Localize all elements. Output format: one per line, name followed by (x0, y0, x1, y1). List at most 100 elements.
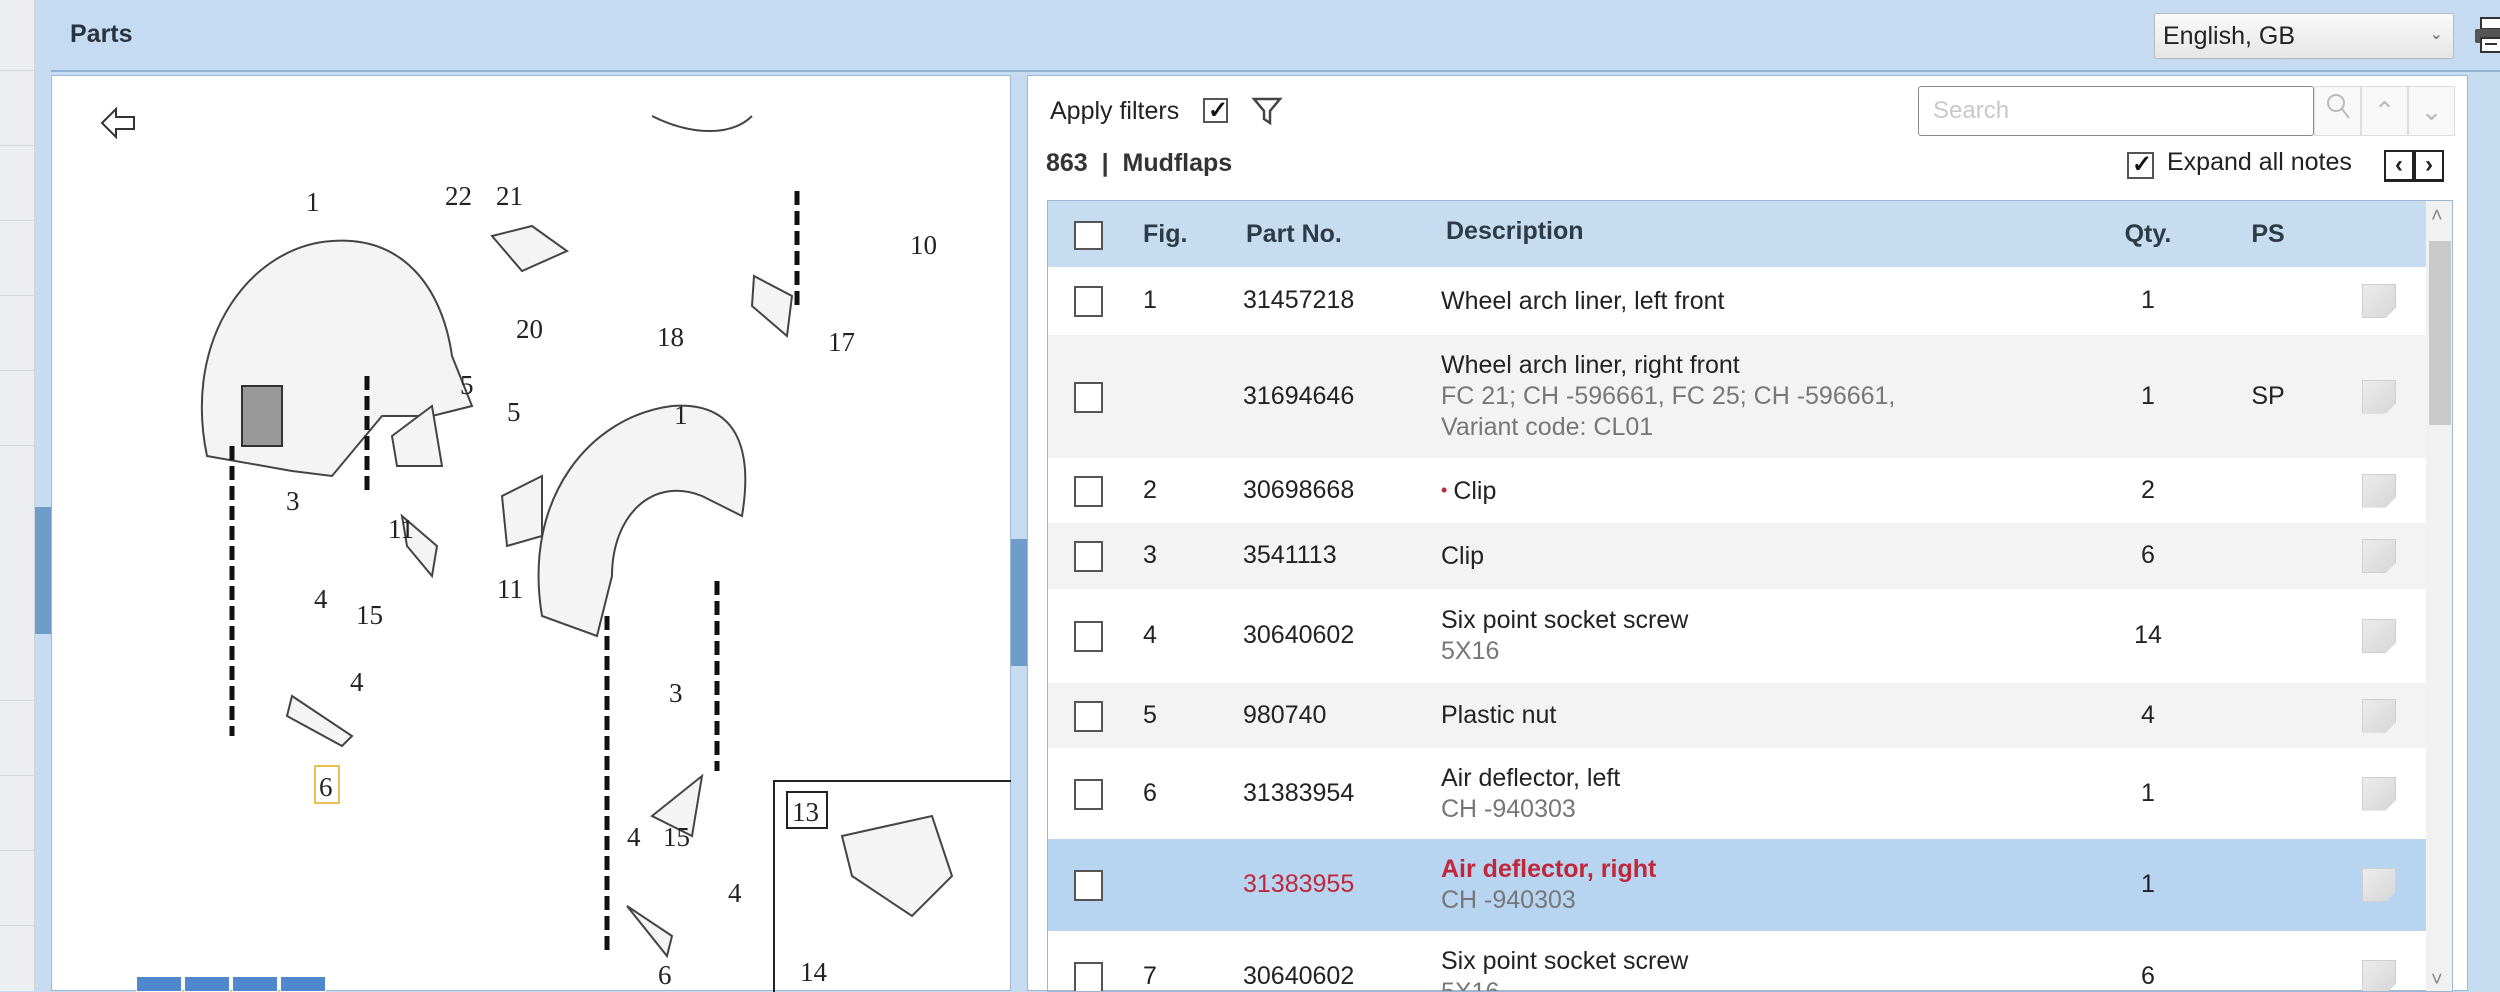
description-text: Wheel arch liner, right front (1441, 351, 1740, 379)
table-row[interactable]: 31694646 Wheel arch liner, right front FC… (1048, 335, 2426, 458)
row-checkbox[interactable] (1074, 286, 1103, 317)
row-checkbox[interactable] (1074, 962, 1103, 991)
callout: 3 (286, 486, 300, 516)
printer-icon[interactable] (2473, 16, 2500, 54)
description: • Clip (1441, 475, 1496, 507)
language-value: English, GB (2163, 22, 2296, 50)
search-next-button[interactable]: ⌄ (2408, 86, 2455, 136)
zoom-in-button[interactable] (136, 976, 182, 992)
row-checkbox[interactable] (1074, 870, 1103, 901)
quantity: 14 (2134, 621, 2162, 649)
row-checkbox[interactable] (1074, 475, 1103, 507)
fit-button[interactable] (232, 976, 278, 992)
collapse-diagram-tab[interactable] (1011, 539, 1027, 666)
table-row[interactable]: 5 980740 Plastic nut 4 (1048, 683, 2426, 748)
table-row[interactable]: 2 30698668 • Clip 2 (1048, 458, 2426, 523)
row-checkbox[interactable] (1074, 700, 1103, 732)
quantity: 6 (2141, 962, 2155, 990)
fig-number: 1 (1143, 286, 1157, 314)
expand-all-notes-checkbox[interactable] (2127, 150, 2154, 179)
fig-number: 7 (1143, 962, 1157, 990)
next-page-button[interactable]: › (2414, 150, 2444, 182)
scroll-up-icon[interactable]: ˄ (2431, 205, 2443, 228)
description-note: 5X16 (1441, 978, 1500, 992)
select-all-checkbox[interactable] (1074, 221, 1103, 250)
search-icon (2326, 94, 2350, 119)
row-checkbox[interactable] (1074, 381, 1103, 413)
column-header-part-no[interactable]: Part No. (1246, 220, 1342, 249)
description-text: Plastic nut (1441, 701, 1557, 729)
note-icon[interactable] (2362, 698, 2396, 733)
description-note: FC 21; CH -596661, FC 25; CH -596661, (1441, 382, 1896, 410)
apply-filters-checkbox[interactable] (1203, 96, 1228, 125)
search-button[interactable] (2314, 86, 2361, 136)
column-header-qty[interactable]: Qty. (2098, 220, 2198, 249)
fig-number: 5 (1143, 700, 1157, 729)
chevron-down-icon: ⌄ (2420, 96, 2443, 126)
note-icon[interactable] (2362, 776, 2396, 811)
callout: 10 (910, 230, 937, 260)
part-number[interactable]: 30698668 (1243, 476, 1354, 505)
column-header-ps[interactable]: PS (2243, 220, 2293, 249)
page-title: Parts (70, 20, 133, 48)
part-number[interactable]: 30640602 (1243, 621, 1354, 650)
description: Six point socket screw 5X16 (1441, 605, 1688, 667)
row-checkbox[interactable] (1074, 621, 1103, 652)
fig-number: 2 (1143, 475, 1157, 504)
ps-code: SP (2251, 381, 2285, 410)
part-number[interactable]: 31457218 (1243, 286, 1354, 315)
column-header-fig[interactable]: Fig. (1143, 220, 1187, 249)
funnel-icon[interactable] (1251, 95, 1283, 127)
panel-splitter[interactable] (1011, 75, 1027, 991)
callout: 4 (350, 667, 364, 697)
table-row[interactable]: 4 30640602 Six point socket screw 5X16 14 (1048, 589, 2426, 683)
part-number[interactable]: 31383955 (1243, 870, 1354, 899)
quantity: 1 (2141, 286, 2155, 314)
callout: 20 (516, 314, 543, 344)
scroll-down-icon[interactable]: ˅ (2431, 969, 2443, 991)
search-prev-button[interactable]: ⌃ (2361, 86, 2408, 136)
description-text: Six point socket screw (1441, 947, 1689, 975)
note-icon[interactable] (2362, 473, 2396, 508)
table-row[interactable]: 31383955 Air deflector, right CH -940303 … (1048, 839, 2426, 931)
callout: 6 (658, 960, 672, 990)
callout: 5 (460, 370, 474, 400)
fullscreen-button[interactable] (280, 976, 326, 992)
chevron-down-icon: ⌄ (2429, 26, 2443, 43)
note-icon[interactable] (2362, 868, 2396, 902)
collapse-sidebar-tab[interactable] (35, 507, 51, 634)
row-checkbox[interactable] (1074, 541, 1103, 572)
language-select[interactable]: English, GB ⌄ (2154, 13, 2454, 59)
exploded-parts-diagram[interactable]: 1 22 21 10 20 18 17 5 5 1 3 11 11 4 15 4… (52, 76, 1012, 992)
note-icon[interactable] (2362, 284, 2396, 318)
part-number[interactable]: 30640602 (1243, 962, 1354, 991)
table-row[interactable]: 7 30640602 Six point socket screw 5X16 6 (1048, 931, 2426, 992)
zoom-out-button[interactable] (184, 976, 230, 992)
marker-dot: • (1441, 480, 1448, 500)
table-row[interactable]: 6 31383954 Air deflector, left CH -940303… (1048, 748, 2426, 839)
table-row[interactable]: 1 31457218 Wheel arch liner, left front … (1048, 267, 2426, 335)
scrollbar-thumb[interactable] (2429, 241, 2451, 425)
part-number[interactable]: 31694646 (1243, 382, 1354, 411)
note-icon[interactable] (2362, 619, 2396, 653)
description: Wheel arch liner, left front (1441, 286, 1724, 317)
note-icon[interactable] (2362, 379, 2396, 414)
diagram-panel: 1 22 21 10 20 18 17 5 5 1 3 11 11 4 15 4… (51, 75, 1012, 992)
part-number[interactable]: 31383954 (1243, 779, 1354, 808)
description: Air deflector, left CH -940303 (1441, 763, 1620, 825)
prev-page-button[interactable]: ‹ (2384, 150, 2414, 182)
description: Plastic nut (1441, 700, 1556, 731)
note-icon[interactable] (2362, 960, 2396, 991)
left-sidebar-strip (0, 0, 35, 991)
note-icon[interactable] (2362, 539, 2396, 573)
search-input[interactable] (1918, 86, 2314, 136)
column-header-description[interactable]: Description (1446, 216, 1584, 247)
callout: 15 (356, 600, 383, 630)
description-note: Variant code: CL01 (1441, 413, 1654, 441)
parts-list-panel: Apply filters 863 | Mudflaps ⌃ ⌄ Expand … (1027, 75, 2468, 992)
row-checkbox[interactable] (1074, 778, 1103, 810)
callout: 21 (496, 181, 523, 211)
part-number[interactable]: 980740 (1243, 701, 1326, 730)
table-row[interactable]: 3 3541113 Clip 6 (1048, 523, 2426, 589)
part-number[interactable]: 3541113 (1243, 541, 1337, 570)
